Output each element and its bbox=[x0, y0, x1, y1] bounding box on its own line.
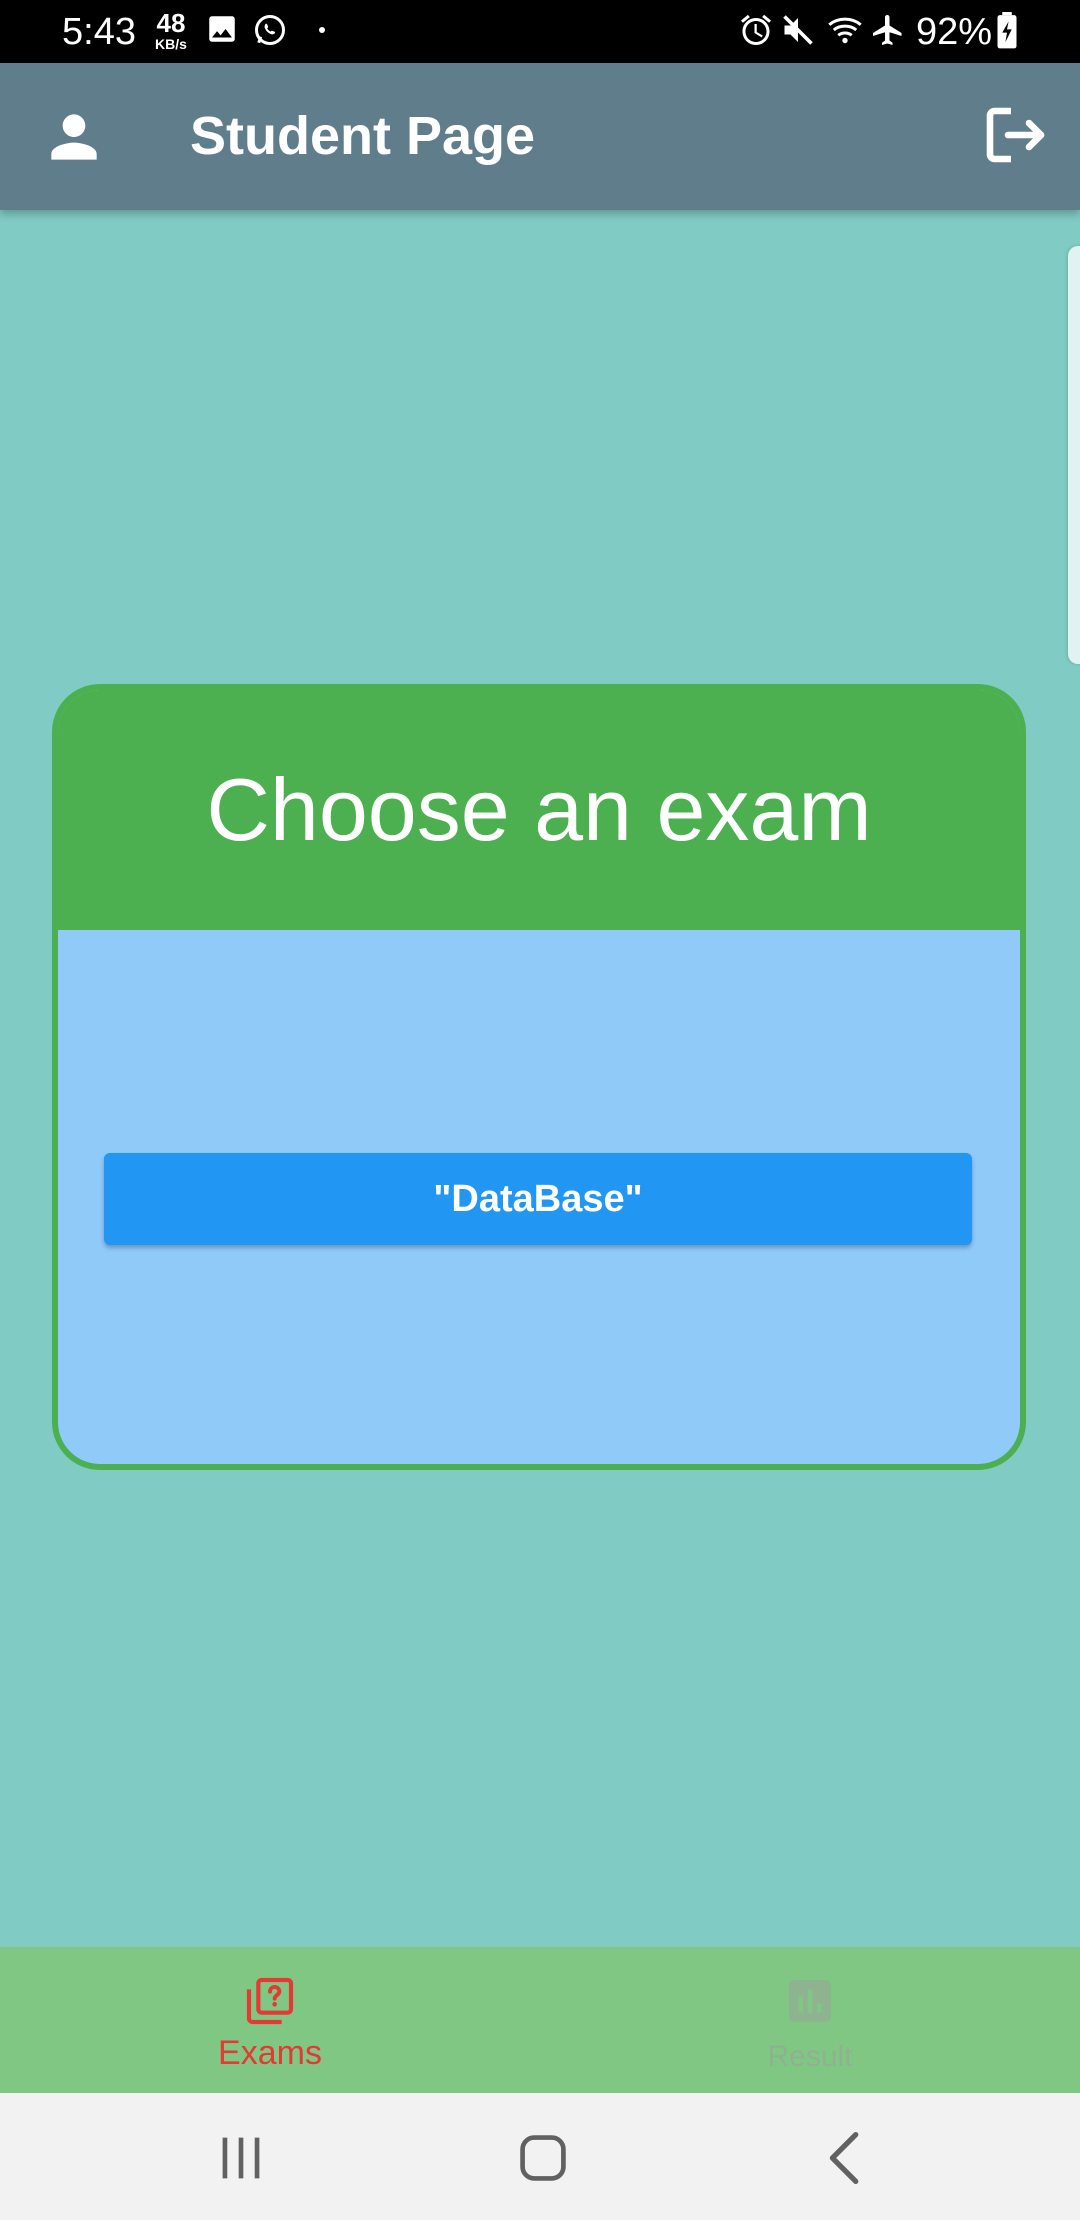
nav-item-exams[interactable]: Exams bbox=[0, 1947, 540, 2093]
mute-icon bbox=[783, 15, 813, 45]
recents-icon[interactable] bbox=[206, 2123, 276, 2193]
nav-item-result[interactable]: Result bbox=[540, 1947, 1080, 2093]
card-header: Choose an exam bbox=[58, 690, 1020, 930]
status-time: 5:43 bbox=[62, 11, 136, 53]
nav-label-result: Result bbox=[767, 2040, 853, 2073]
alarm-icon bbox=[741, 14, 771, 45]
system-navigation-bar bbox=[0, 2093, 1080, 2220]
quiz-icon bbox=[246, 1977, 294, 2025]
bar-chart-icon bbox=[789, 1980, 831, 2022]
exam-button-database[interactable]: "DataBase" bbox=[104, 1153, 972, 1245]
back-icon[interactable] bbox=[812, 2123, 882, 2193]
dot-icon bbox=[319, 27, 325, 33]
card-heading: Choose an exam bbox=[206, 760, 872, 859]
battery-icon bbox=[997, 12, 1017, 49]
edge-panel-handle[interactable] bbox=[1068, 246, 1080, 664]
network-speed-unit: KB/s bbox=[155, 36, 187, 52]
bottom-navigation: Exams Result bbox=[0, 1947, 1080, 2093]
app-bar: Student Page bbox=[0, 63, 1080, 210]
nav-label-exams: Exams bbox=[218, 2034, 322, 2072]
network-speed-value: 48 bbox=[156, 8, 186, 38]
logout-icon[interactable] bbox=[978, 99, 1050, 171]
network-speed: 48 KB/s bbox=[150, 10, 192, 51]
page-title: Student Page bbox=[190, 106, 536, 166]
airplane-icon bbox=[873, 15, 902, 45]
wifi-icon bbox=[828, 17, 862, 44]
exam-selection-card: Choose an exam "DataBase" bbox=[52, 684, 1026, 1470]
whatsapp-icon bbox=[255, 15, 285, 45]
student-page-screen: 5:43 48 KB/s 92% Student Page Choose an … bbox=[0, 0, 1080, 2220]
image-icon bbox=[209, 16, 235, 42]
status-bar: 5:43 48 KB/s 92% bbox=[0, 0, 1080, 63]
person-icon[interactable] bbox=[40, 103, 108, 171]
battery-percent: 92% bbox=[916, 11, 993, 53]
home-icon[interactable] bbox=[508, 2123, 578, 2193]
